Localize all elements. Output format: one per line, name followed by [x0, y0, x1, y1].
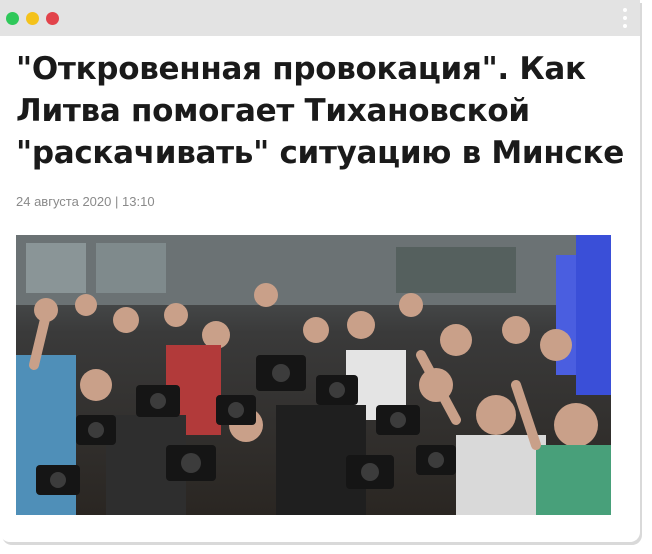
- title-bar: [0, 0, 640, 36]
- kebab-dot: [623, 8, 627, 12]
- article-meta: 24 августа 2020 | 13:10: [16, 194, 624, 209]
- kebab-icon[interactable]: [622, 8, 628, 28]
- article-photo: [16, 235, 611, 515]
- article-headline: "Откровенная провокация". Как Литва помо…: [16, 51, 625, 171]
- article: "Откровенная провокация". Как Литва помо…: [0, 36, 640, 515]
- article-date: 24 августа 2020: [16, 194, 112, 209]
- kebab-dot: [623, 16, 627, 20]
- crowd-photo-image: [16, 235, 611, 515]
- red-window-dot[interactable]: [46, 11, 59, 25]
- browser-window: "Откровенная провокация". Как Литва помо…: [0, 0, 640, 542]
- meta-separator: |: [115, 194, 119, 209]
- green-window-dot[interactable]: [6, 11, 19, 25]
- article-time: 13:10: [122, 194, 155, 209]
- kebab-dot: [623, 24, 627, 28]
- yellow-window-dot[interactable]: [26, 11, 39, 25]
